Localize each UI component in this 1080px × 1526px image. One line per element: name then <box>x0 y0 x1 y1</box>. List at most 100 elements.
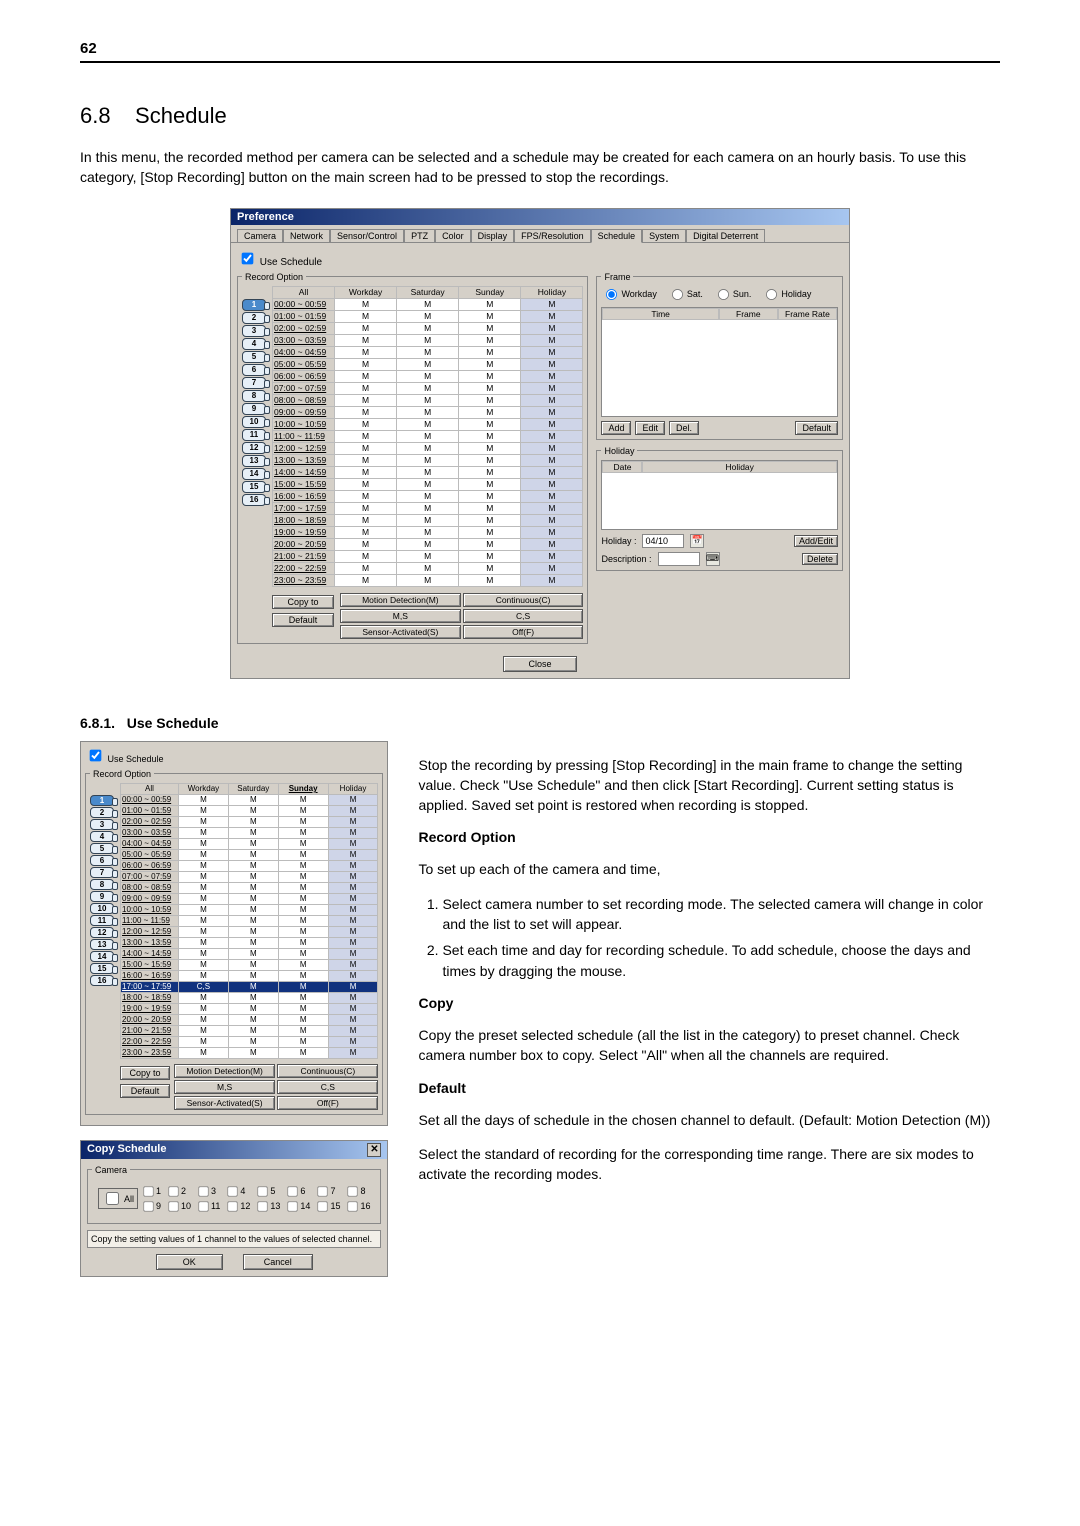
copy-cancel-button[interactable]: Cancel <box>243 1254 313 1270</box>
schedule-time-cell[interactable]: 05:00 ~ 05:59 <box>121 849 179 860</box>
camera-badge-7[interactable]: 7 <box>242 377 266 389</box>
schedule-cell[interactable]: M <box>228 937 278 948</box>
schedule-cell[interactable]: M <box>278 1003 328 1014</box>
schedule-cell[interactable]: M <box>459 382 521 394</box>
copy-all-checkbox[interactable] <box>106 1192 119 1205</box>
schedule-cell[interactable]: M <box>179 893 229 904</box>
schedule-cell[interactable]: M <box>397 430 459 442</box>
tab-fps-resolution[interactable]: FPS/Resolution <box>514 229 591 242</box>
schedule-cell[interactable]: M <box>179 838 229 849</box>
camera-badge-1[interactable]: 1 <box>90 795 114 806</box>
schedule-time-cell[interactable]: 13:00 ~ 13:59 <box>121 937 179 948</box>
camera-badge-2[interactable]: 2 <box>90 807 114 818</box>
schedule-cell[interactable]: M <box>328 893 378 904</box>
schedule-cell[interactable]: M <box>278 1047 328 1058</box>
schedule-time-cell[interactable]: 11:00 ~ 11:59 <box>121 915 179 926</box>
schedule-cell[interactable]: M <box>521 562 583 574</box>
schedule-cell[interactable]: M <box>179 1025 229 1036</box>
camera-badge-6[interactable]: 6 <box>90 855 114 866</box>
camera-badge-10[interactable]: 10 <box>242 416 266 428</box>
schedule-cell[interactable]: M <box>335 430 397 442</box>
schedule-cell[interactable]: M <box>328 981 378 992</box>
schedule-cell[interactable]: M <box>328 882 378 893</box>
schedule-cell[interactable]: M <box>179 805 229 816</box>
frame-default-button[interactable]: Default <box>795 421 838 435</box>
schedule-time-cell[interactable]: 03:00 ~ 03:59 <box>273 334 335 346</box>
schedule-cell[interactable]: M <box>521 526 583 538</box>
schedule-cell[interactable]: M <box>278 992 328 1003</box>
schedule-time-cell[interactable]: 08:00 ~ 08:59 <box>273 394 335 406</box>
schedule-cell[interactable]: M <box>459 418 521 430</box>
schedule-cell[interactable]: M <box>521 406 583 418</box>
schedule-cell[interactable]: M <box>228 992 278 1003</box>
schedule-cell[interactable]: M <box>328 1036 378 1047</box>
schedule-time-cell[interactable]: 18:00 ~ 18:59 <box>273 514 335 526</box>
schedule-cell[interactable]: M <box>278 959 328 970</box>
schedule-cell[interactable]: M <box>328 794 378 805</box>
schedule-cell[interactable]: M <box>335 442 397 454</box>
schedule-cell[interactable]: M <box>521 430 583 442</box>
schedule-cell[interactable]: M <box>521 454 583 466</box>
schedule-time-cell[interactable]: 12:00 ~ 12:59 <box>121 926 179 937</box>
copy-ok-button[interactable]: OK <box>156 1254 223 1270</box>
radio-workday[interactable]: Workday <box>605 288 656 301</box>
copy-camera-checkbox-5[interactable] <box>258 1186 268 1196</box>
schedule-cell[interactable]: M <box>397 454 459 466</box>
schedule-cell[interactable]: M <box>397 442 459 454</box>
schedule-cell[interactable]: M <box>228 849 278 860</box>
copy-camera-checkbox-2[interactable] <box>168 1186 178 1196</box>
camera-badge-9[interactable]: 9 <box>242 403 266 415</box>
schedule-cell[interactable]: M <box>459 538 521 550</box>
schedule-time-cell[interactable]: 16:00 ~ 16:59 <box>121 970 179 981</box>
schedule-time-cell[interactable]: 08:00 ~ 08:59 <box>121 882 179 893</box>
schedule-time-cell[interactable]: 23:00 ~ 23:59 <box>121 1047 179 1058</box>
camera-badge-14[interactable]: 14 <box>90 951 114 962</box>
schedule-cell[interactable]: M <box>459 574 521 586</box>
holiday-delete-button[interactable]: Delete <box>802 553 838 565</box>
schedule-cell[interactable]: M <box>179 1036 229 1047</box>
schedule-cell[interactable]: M <box>521 574 583 586</box>
schedule-cell[interactable]: M <box>335 370 397 382</box>
schedule-cell[interactable]: M <box>328 1014 378 1025</box>
schedule-cell[interactable]: M <box>397 526 459 538</box>
copy-camera-checkbox-8[interactable] <box>348 1186 358 1196</box>
schedule-cell[interactable]: M <box>521 550 583 562</box>
schedule-time-cell[interactable]: 05:00 ~ 05:59 <box>273 358 335 370</box>
schedule-cell[interactable]: M <box>179 970 229 981</box>
copy-camera-check-4[interactable]: 4 <box>226 1185 250 1198</box>
schedule-cell[interactable]: M <box>397 502 459 514</box>
schedule-cell[interactable]: M <box>228 970 278 981</box>
copy-camera-check-10[interactable]: 10 <box>167 1200 191 1213</box>
schedule-cell[interactable]: M <box>328 904 378 915</box>
schedule-cell[interactable]: M <box>397 358 459 370</box>
camera-badge-11[interactable]: 11 <box>242 429 266 441</box>
schedule-cell[interactable]: M <box>397 574 459 586</box>
frame-table[interactable]: Time Frame Frame Rate <box>601 307 838 417</box>
schedule-cell[interactable]: M <box>278 981 328 992</box>
copy-camera-check-15[interactable]: 15 <box>316 1200 340 1213</box>
schedule-cell[interactable]: M <box>335 298 397 310</box>
copy-camera-check-9[interactable]: 9 <box>142 1200 161 1213</box>
schedule-cell[interactable]: M <box>459 394 521 406</box>
schedule-cell[interactable]: M <box>335 394 397 406</box>
schedule-time-cell[interactable]: 00:00 ~ 00:59 <box>121 794 179 805</box>
camera-badge-1[interactable]: 1 <box>242 299 266 311</box>
mini-use-schedule-check[interactable]: Use Schedule <box>85 754 164 764</box>
schedule-cell[interactable]: M <box>459 502 521 514</box>
schedule-cell[interactable]: M <box>179 937 229 948</box>
schedule-cell[interactable]: M <box>521 490 583 502</box>
schedule-time-cell[interactable]: 15:00 ~ 15:59 <box>273 478 335 490</box>
schedule-cell[interactable]: M <box>397 418 459 430</box>
schedule-cell[interactable]: M <box>521 418 583 430</box>
copy-camera-check-2[interactable]: 2 <box>167 1185 191 1198</box>
schedule-cell[interactable]: M <box>278 915 328 926</box>
schedule-cell[interactable]: C,S <box>179 981 229 992</box>
schedule-time-cell[interactable]: 11:00 ~ 11:59 <box>273 430 335 442</box>
schedule-cell[interactable]: M <box>335 514 397 526</box>
copy-camera-checkbox-1[interactable] <box>143 1186 153 1196</box>
schedule-cell[interactable]: M <box>335 478 397 490</box>
copy-all-check[interactable]: All <box>98 1188 138 1209</box>
schedule-cell[interactable]: M <box>521 298 583 310</box>
schedule-time-cell[interactable]: 02:00 ~ 02:59 <box>121 816 179 827</box>
schedule-cell[interactable]: M <box>397 298 459 310</box>
